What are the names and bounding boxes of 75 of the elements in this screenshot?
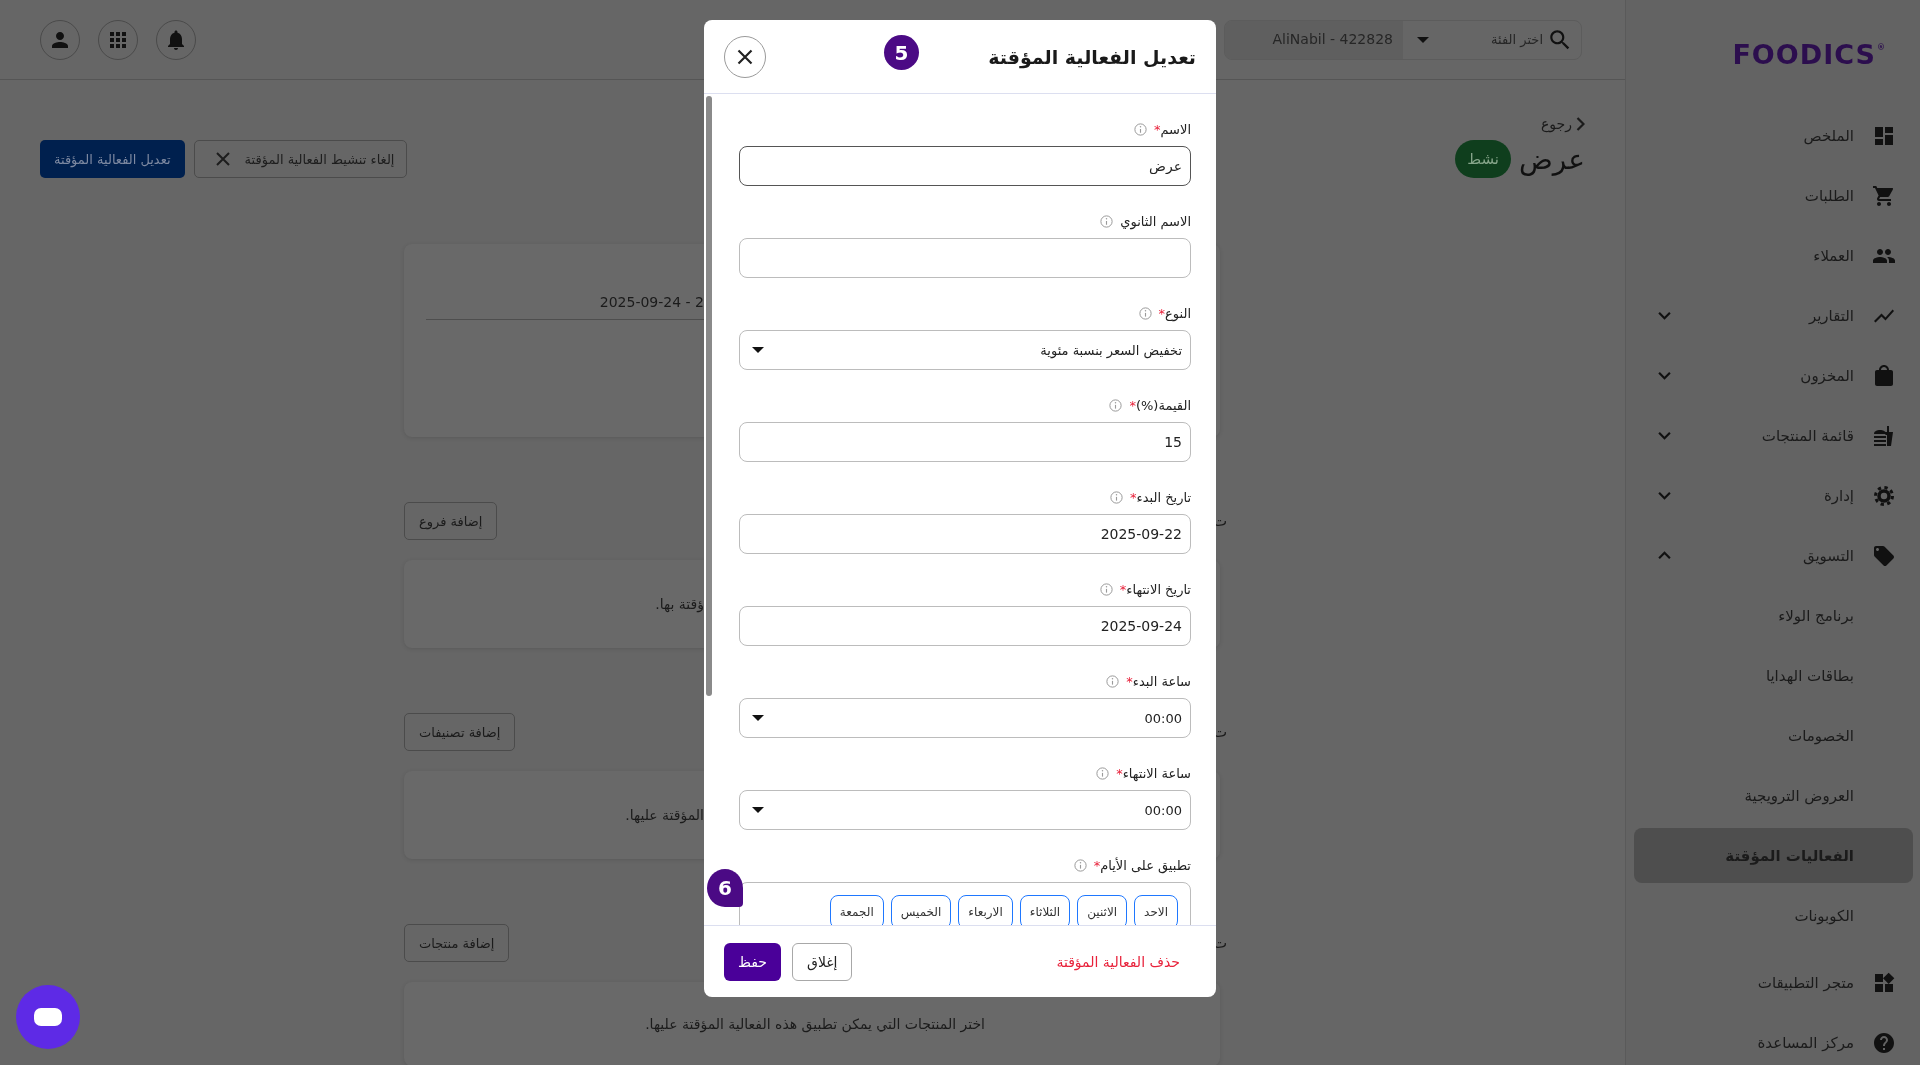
add-button[interactable]: إضافة تصنيفات <box>404 713 516 751</box>
sidebar-item[interactable]: المخزون <box>1634 348 1913 403</box>
tag-icon <box>1872 543 1896 568</box>
chevron-icon <box>1576 117 1585 131</box>
field-label: القيمة(%)* <box>1129 397 1191 413</box>
sidebar-item[interactable]: العروض الترويجية <box>1634 768 1913 823</box>
sidebar-item[interactable]: متجر التطبيقات <box>1634 955 1913 1010</box>
sidebar-item[interactable]: الطلبات <box>1634 168 1913 223</box>
add-button[interactable]: إضافة فروع <box>404 502 498 540</box>
info-icon <box>1108 397 1124 413</box>
status-badge: نشط <box>1455 140 1511 178</box>
field-label: الاسم الثانوي <box>1120 213 1191 229</box>
burger-icon <box>1872 423 1896 448</box>
info-icon <box>1072 857 1088 873</box>
shapes-icon <box>1872 970 1896 995</box>
info-icon <box>1109 489 1125 505</box>
sidebar-item[interactable]: قائمة المنتجات <box>1634 408 1913 463</box>
field-label: ساعة الانتهاء* <box>1116 765 1191 781</box>
caret-icon <box>1417 36 1429 43</box>
sidebar-item[interactable]: التقارير <box>1634 288 1913 343</box>
category-select[interactable]: اختر الفئة <box>1403 20 1581 59</box>
settings-icon <box>1872 483 1896 508</box>
edit-button[interactable]: تعديل الفعالية المؤقتة <box>40 140 185 178</box>
account-field[interactable]: AliNabil - 422828 <box>1225 20 1403 59</box>
info-icon <box>1137 305 1153 321</box>
save-button[interactable]: حفظ <box>724 942 782 981</box>
info-icon <box>1098 581 1114 597</box>
delete-link[interactable]: حذف الفعالية المؤقتة <box>1056 953 1180 970</box>
step-marker: 5 <box>884 35 919 70</box>
caret-icon <box>752 347 764 353</box>
field-label: ساعة البدء* <box>1126 673 1191 689</box>
field-label: تاريخ البدء* <box>1130 489 1191 505</box>
help-icon <box>1872 1030 1896 1055</box>
info-icon <box>1105 673 1121 689</box>
bag-icon <box>1872 363 1896 388</box>
input-field[interactable] <box>739 238 1191 278</box>
caret-icon <box>752 807 764 813</box>
input-field[interactable]: عرض <box>739 146 1191 186</box>
deactivate-button[interactable]: إلغاء تنشيط الفعالية المؤقتة <box>193 140 408 178</box>
chat-icon <box>33 1007 63 1027</box>
info-icon <box>1132 121 1148 137</box>
select-field[interactable]: 00:00 <box>739 698 1191 738</box>
empty-state-text: المؤقتة عليها. <box>625 807 704 823</box>
dialog-title: تعديل الفعالية المؤقتة <box>988 45 1196 68</box>
select-field[interactable]: 00:00 <box>739 790 1191 830</box>
field-label: تطبيق على الأيام* <box>1093 857 1191 873</box>
logo: FOODICS$^{®}$ <box>1732 38 1886 70</box>
sidebar-item[interactable]: إدارة <box>1634 468 1913 523</box>
step-marker: 6 <box>707 869 743 907</box>
cart-icon <box>1872 183 1896 208</box>
input-field[interactable]: 2025-09-22 <box>739 514 1191 554</box>
field-label: الاسم* <box>1153 121 1191 137</box>
input-field[interactable]: 2025-09-24 <box>739 606 1191 646</box>
scrollbar[interactable] <box>706 96 712 696</box>
empty-state-text: اختر المنتجات التي يمكن تطبيق هذه الفعالية المؤقتة عليها. <box>645 1016 985 1032</box>
info-icon <box>1095 765 1111 781</box>
add-button[interactable]: إضافة منتجات <box>404 924 510 962</box>
sidebar-item[interactable]: برنامج الولاء <box>1634 588 1913 643</box>
select-field[interactable]: تخفيض السعر بنسبة مئوية <box>739 330 1191 370</box>
sidebar-item[interactable]: الخصومات <box>1634 708 1913 763</box>
info-icon <box>1099 213 1115 229</box>
page-title: عرض <box>1519 142 1585 176</box>
close-dialog-button[interactable]: إغلاق <box>792 942 853 981</box>
sidebar-item[interactable]: مركز المساعدة <box>1634 1015 1913 1065</box>
field-label: النوع* <box>1158 305 1191 321</box>
sidebar-item[interactable]: الكوبونات <box>1634 888 1913 943</box>
sidebar-item[interactable]: الملخص <box>1634 108 1913 163</box>
back-link[interactable]: رجوع <box>1541 112 1585 136</box>
empty-state-text: ؤقتة بها. <box>655 596 704 612</box>
input-field[interactable]: 15 <box>739 422 1191 462</box>
sidebar-item[interactable]: العملاء <box>1634 228 1913 283</box>
sidebar-item[interactable]: التسويق <box>1634 528 1913 583</box>
field-label: تاريخ الانتهاء* <box>1119 581 1191 597</box>
caret-icon <box>752 715 764 721</box>
sidebar-item[interactable]: بطاقات الهدايا <box>1634 648 1913 703</box>
